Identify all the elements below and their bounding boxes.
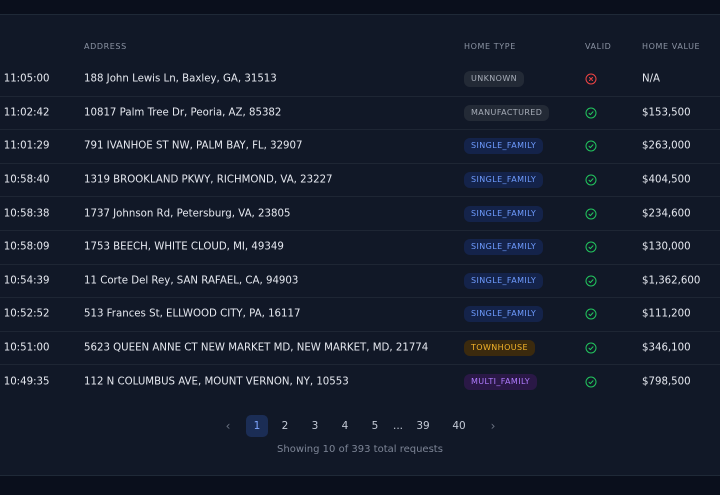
address: 11 Corte Del Rey, SAN RAFAEL, CA, 94903	[84, 275, 299, 287]
home-type-cell: SINGLE_FAMILY	[464, 306, 544, 323]
timestamp: 3 10:58:09	[0, 241, 50, 253]
home-type-cell: MANUFACTURED	[464, 104, 550, 121]
home-value: $153,500	[642, 107, 691, 119]
home-type-badge: SINGLE_FAMILY	[464, 205, 544, 222]
column-header-home-type[interactable]: HOME TYPE	[464, 42, 516, 51]
valid-cell	[585, 73, 597, 85]
timestamp: 3 10:51:00	[0, 342, 50, 354]
home-type-badge: SINGLE_FAMILY	[464, 272, 544, 289]
chevron-left-icon[interactable]: ‹	[220, 415, 236, 437]
valid-cell	[585, 241, 597, 253]
home-type-badge: SINGLE_FAMILY	[464, 138, 544, 155]
column-header-home-value[interactable]: HOME VALUE	[642, 42, 700, 51]
address: 1319 BROOKLAND PKWY, RICHMOND, VA, 23227	[84, 174, 333, 186]
home-value: N/A	[642, 73, 661, 85]
table-body: 3 11:05:00 188 John Lewis Ln, Baxley, GA,…	[0, 62, 720, 398]
address: 112 N COLUMBUS AVE, MOUNT VERNON, NY, 10…	[84, 376, 349, 388]
check-circle-icon	[585, 308, 597, 320]
table-row[interactable]: 3 11:01:29 791 IVANHOE ST NW, PALM BAY, F…	[0, 129, 720, 163]
check-circle-icon	[585, 376, 597, 388]
check-circle-icon	[585, 174, 597, 186]
results-summary: Showing 10 of 393 total requests	[277, 444, 443, 455]
address: 1737 Johnson Rd, Petersburg, VA, 23805	[84, 208, 291, 220]
home-type-badge: MULTI_FAMILY	[464, 373, 538, 390]
table-row[interactable]: 3 10:52:52 513 Frances St, ELLWOOD CITY, …	[0, 297, 720, 331]
home-type-cell: SINGLE_FAMILY	[464, 272, 544, 289]
timestamp: 3 10:52:52	[0, 308, 50, 320]
home-value: $234,600	[642, 208, 691, 220]
timestamp: 3 10:58:38	[0, 208, 50, 220]
chevron-right-icon[interactable]: ›	[485, 415, 501, 437]
table-header: ADDRESS HOME TYPE VALID HOME VALUE	[0, 42, 720, 54]
valid-cell	[585, 174, 597, 186]
table-row[interactable]: 3 11:02:42 10817 Palm Tree Dr, Peoria, AZ…	[0, 95, 720, 130]
home-type-cell: MULTI_FAMILY	[464, 373, 538, 390]
home-type-cell: SINGLE_FAMILY	[464, 205, 544, 222]
page-button-3[interactable]: 3	[305, 415, 325, 437]
home-value: $404,500	[642, 174, 691, 186]
column-header-valid[interactable]: VALID	[585, 42, 611, 51]
address: 1753 BEECH, WHITE CLOUD, MI, 49349	[84, 241, 284, 253]
home-type-badge: SINGLE_FAMILY	[464, 306, 544, 323]
valid-cell	[585, 308, 597, 320]
home-value: $1,362,600	[642, 275, 701, 287]
home-type-cell: SINGLE_FAMILY	[464, 138, 544, 155]
table-row[interactable]: 3 11:05:00 188 John Lewis Ln, Baxley, GA,…	[0, 62, 720, 96]
check-circle-icon	[585, 342, 597, 354]
check-circle-icon	[585, 208, 597, 220]
valid-cell	[585, 107, 597, 119]
home-type-cell: SINGLE_FAMILY	[464, 172, 544, 189]
x-circle-icon	[585, 73, 597, 85]
address: 791 IVANHOE ST NW, PALM BAY, FL, 32907	[84, 140, 303, 152]
timestamp: 3 10:49:35	[0, 376, 50, 388]
check-circle-icon	[585, 140, 597, 152]
check-circle-icon	[585, 241, 597, 253]
check-circle-icon	[585, 275, 597, 287]
page-button-4[interactable]: 4	[335, 415, 355, 437]
table-row[interactable]: 3 10:58:38 1737 Johnson Rd, Petersburg, V…	[0, 196, 720, 230]
timestamp: 3 10:54:39	[0, 275, 50, 287]
page-button-40[interactable]: 40	[448, 415, 470, 437]
address: 5623 QUEEN ANNE CT NEW MARKET MD, NEW MA…	[84, 342, 429, 354]
home-type-cell: SINGLE_FAMILY	[464, 239, 544, 256]
valid-cell	[585, 376, 597, 388]
home-value: $130,000	[642, 241, 691, 253]
table-row[interactable]: 3 10:49:35 112 N COLUMBUS AVE, MOUNT VERN…	[0, 364, 720, 398]
home-value: $111,200	[642, 308, 691, 320]
valid-cell	[585, 140, 597, 152]
table-row[interactable]: 3 10:58:09 1753 BEECH, WHITE CLOUD, MI, 4…	[0, 229, 720, 264]
page-button-5[interactable]: 5	[365, 415, 385, 437]
home-value: $263,000	[642, 140, 691, 152]
home-type-badge: SINGLE_FAMILY	[464, 172, 544, 189]
timestamp: 3 10:58:40	[0, 174, 50, 186]
address: 10817 Palm Tree Dr, Peoria, AZ, 85382	[84, 107, 282, 119]
table-row[interactable]: 3 10:58:40 1319 BROOKLAND PKWY, RICHMOND,…	[0, 162, 720, 197]
page-button-2[interactable]: 2	[275, 415, 295, 437]
table-row[interactable]: 3 10:51:00 5623 QUEEN ANNE CT NEW MARKET …	[0, 330, 720, 365]
check-circle-icon	[585, 107, 597, 119]
home-type-cell: TOWNHOUSE	[464, 340, 535, 357]
page-button-39[interactable]: 39	[412, 415, 434, 437]
pagination: ‹ 1 2 3 4 5... 39 40 ›	[0, 415, 720, 437]
valid-cell	[585, 342, 597, 354]
home-value: $346,100	[642, 342, 691, 354]
column-header-address[interactable]: ADDRESS	[84, 42, 127, 51]
valid-cell	[585, 208, 597, 220]
pagination-ellipsis: ...	[392, 420, 403, 432]
timestamp: 3 11:01:29	[0, 140, 50, 152]
home-value: $798,500	[642, 376, 691, 388]
page-button-1[interactable]: 1	[246, 415, 268, 437]
valid-cell	[585, 275, 597, 287]
address: 513 Frances St, ELLWOOD CITY, PA, 16117	[84, 308, 301, 320]
address: 188 John Lewis Ln, Baxley, GA, 31513	[84, 73, 277, 85]
home-type-badge: TOWNHOUSE	[464, 340, 535, 357]
home-type-badge: UNKNOWN	[464, 70, 525, 87]
home-type-badge: SINGLE_FAMILY	[464, 239, 544, 256]
timestamp: 3 11:02:42	[0, 107, 50, 119]
home-type-badge: MANUFACTURED	[464, 104, 550, 121]
timestamp: 3 11:05:00	[0, 73, 50, 85]
table-row[interactable]: 3 10:54:39 11 Corte Del Rey, SAN RAFAEL, …	[0, 263, 720, 298]
home-type-cell: UNKNOWN	[464, 70, 525, 87]
